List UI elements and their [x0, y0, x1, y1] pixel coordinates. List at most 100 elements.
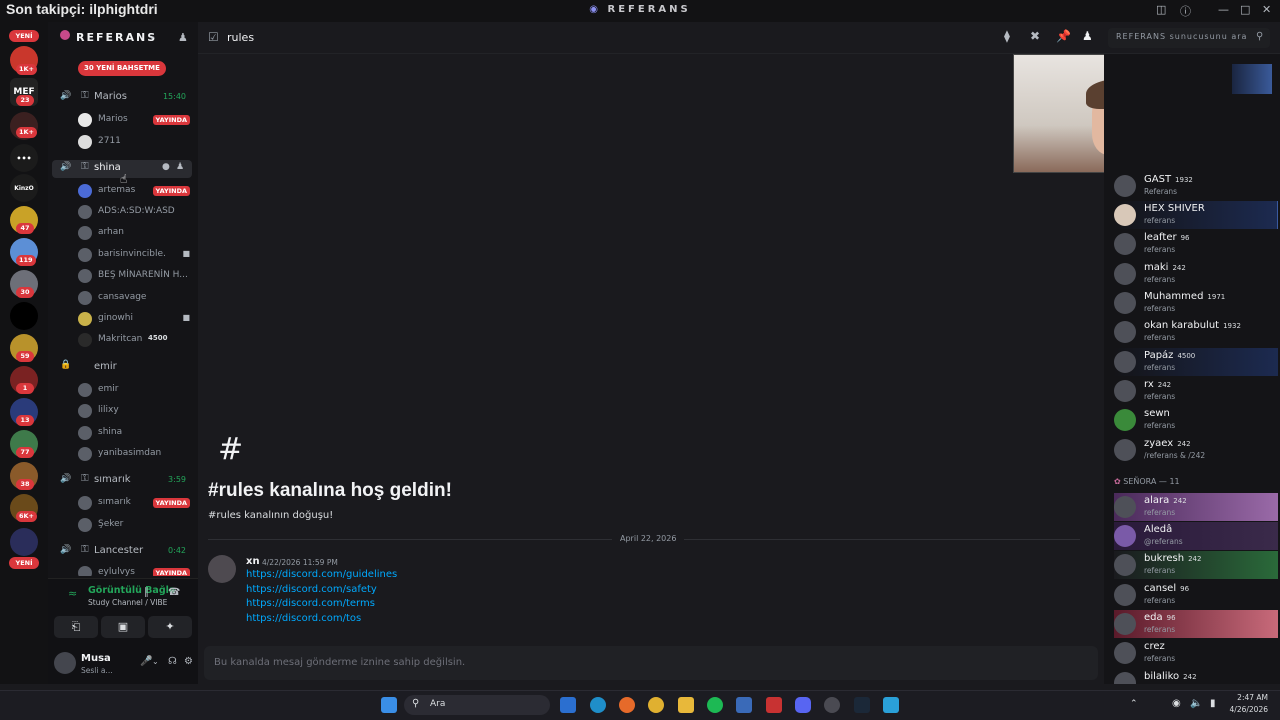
notification-bell-icon[interactable]: ✖ [1030, 29, 1040, 43]
threads-icon[interactable]: ⧫ [1004, 29, 1010, 43]
clock-time[interactable]: 2:47 AM [1232, 693, 1268, 702]
voice-member[interactable]: lilixy [78, 402, 196, 420]
voice-member[interactable]: Makritcan 4500 [78, 331, 196, 349]
disconnect-icon[interactable]: ☎ [168, 587, 180, 598]
member-row[interactable]: sewn referans [1114, 406, 1278, 434]
member-row[interactable]: rx 242 referans [1114, 377, 1278, 405]
file-explorer-icon[interactable] [678, 697, 694, 713]
user-avatar[interactable] [54, 652, 76, 674]
outlook-icon[interactable] [560, 697, 576, 713]
member-row[interactable]: okan karabulut 1932 referans [1114, 318, 1278, 346]
clock-date[interactable]: 4/26/2026 [1226, 705, 1268, 714]
maximize-button[interactable]: □ [1240, 3, 1250, 16]
voice-member[interactable]: emir [78, 381, 196, 399]
message-avatar[interactable] [208, 555, 236, 583]
member-row[interactable]: HEX SHIVER referans [1114, 201, 1278, 229]
firefox-icon[interactable] [619, 697, 635, 713]
app-icon[interactable] [883, 697, 899, 713]
headphones-icon[interactable]: ☊ [168, 656, 177, 667]
spotify-icon[interactable] [707, 697, 723, 713]
voice-member[interactable]: BEŞ MİNARENİN H... [78, 267, 196, 285]
user-name[interactable]: Musa [81, 653, 111, 664]
member-list-icon[interactable]: ♟ [1082, 29, 1093, 43]
invite-member-icon[interactable]: ♟ [176, 162, 184, 172]
microphone-icon[interactable]: 🎤 [140, 656, 152, 667]
voice-member[interactable]: barisinvincible. ■ [78, 246, 196, 264]
member-row[interactable]: Aledâ @referans [1114, 522, 1278, 550]
voice-member[interactable]: yanibasimdan [78, 445, 196, 463]
screen-share-button[interactable]: ▣ [101, 616, 145, 638]
noise-suppression-icon[interactable]: ∥ [144, 587, 149, 598]
member-row[interactable]: GAST 1932 Referans [1114, 172, 1278, 200]
search-input[interactable]: REFERANS sunucusunu ara ⚲ [1108, 28, 1270, 48]
member-row[interactable]: cansel 96 referans [1114, 581, 1278, 609]
settings-gear-icon[interactable]: ⚙ [184, 656, 193, 667]
member-row[interactable]: Papáz 4500 referans [1114, 348, 1278, 376]
avatar [1114, 554, 1136, 576]
server-name[interactable]: REFERANS [76, 31, 157, 44]
inbox-icon[interactable]: ◫ [1156, 3, 1166, 16]
wifi-icon[interactable]: ◉ [1172, 698, 1181, 709]
minimize-button[interactable]: — [1218, 3, 1229, 16]
camera-toggle-button[interactable]: ⎗ [54, 616, 98, 638]
member-status: referans [1144, 625, 1176, 634]
start-menu-icon[interactable] [381, 697, 397, 713]
member-name: bilaliko 242 [1144, 671, 1197, 682]
app-icon[interactable] [736, 697, 752, 713]
invite-icon[interactable]: ♟ [178, 31, 188, 44]
battery-icon[interactable]: ▮ [1210, 698, 1216, 709]
link-tos[interactable]: https://discord.com/tos [246, 613, 361, 624]
voice-member[interactable]: ginowhi ■ [78, 310, 196, 328]
edge-icon[interactable] [590, 697, 606, 713]
steam-icon[interactable] [854, 697, 870, 713]
voice-member[interactable]: cansavage [78, 289, 196, 307]
member-row[interactable]: alara 242 referans [1114, 493, 1278, 521]
discord-icon[interactable] [795, 697, 811, 713]
voice-channel-lancester[interactable]: 🔊 ⚿ Lancester 0:42 [48, 543, 198, 561]
voice-member[interactable]: artemas YAYINDA [78, 182, 196, 200]
chevron-down-icon[interactable]: ⌄ [148, 31, 156, 42]
chrome-icon[interactable] [648, 697, 664, 713]
mentions-pill[interactable]: 30 YENİ BAHSETME [78, 61, 166, 76]
chat-icon[interactable]: ● [162, 162, 170, 172]
help-icon[interactable]: ⓘ [1180, 3, 1191, 19]
member-row[interactable]: zyaex 242/referans & /242 [1114, 436, 1278, 464]
member-row[interactable]: bukresh 242 referans [1114, 551, 1278, 579]
voice-member[interactable]: eylulvys YAYINDA [78, 564, 196, 576]
member-row[interactable]: leafter 96 referans [1114, 230, 1278, 258]
voice-member[interactable]: shina [78, 424, 196, 442]
member-row[interactable]: maki 242 referans [1114, 260, 1278, 288]
server-icon[interactable] [10, 528, 38, 556]
chevron-down-icon[interactable]: ⌄ [152, 657, 159, 666]
voice-member[interactable]: ADS:A:SD:W:ASD [78, 203, 196, 221]
server-icon[interactable] [10, 302, 38, 330]
link-terms[interactable]: https://discord.com/terms [246, 598, 375, 609]
message-author[interactable]: xn [246, 556, 260, 567]
close-button[interactable]: ✕ [1262, 3, 1271, 16]
server-icon[interactable]: ••• [10, 144, 38, 172]
unread-badge: 59 [16, 351, 34, 362]
voice-channel-emir[interactable]: 🔒 emir [48, 359, 198, 377]
voice-member[interactable]: Marios YAYINDA [78, 111, 196, 129]
tray-chevron-icon[interactable]: ⌃ [1130, 699, 1138, 709]
member-row[interactable]: crez referans [1114, 639, 1278, 667]
volume-icon[interactable]: 🔈 [1190, 698, 1202, 709]
app-icon[interactable] [766, 697, 782, 713]
voice-member[interactable]: sımarık YAYINDA [78, 494, 196, 512]
pin-icon[interactable]: 📌 [1056, 29, 1071, 43]
member-row[interactable]: Muhammed 1971 referans [1114, 289, 1278, 317]
activities-button[interactable]: ✦ [148, 616, 192, 638]
link-safety[interactable]: https://discord.com/safety [246, 584, 377, 595]
taskbar-search[interactable]: ⚲ Ara [404, 695, 550, 715]
voice-member[interactable]: Şeker [78, 516, 196, 534]
member-row[interactable]: bilaliko 242 [1114, 669, 1278, 684]
voice-channel-path[interactable]: Study Channel / VIBE [88, 598, 167, 607]
link-guidelines[interactable]: https://discord.com/guidelines [246, 569, 397, 580]
member-row[interactable]: eda 96 referans [1114, 610, 1278, 638]
voice-member[interactable]: 2711 [78, 133, 196, 151]
server-icon-kinzo[interactable]: KinzO [10, 174, 38, 202]
voice-member[interactable]: arhan [78, 224, 196, 242]
voice-channel-simarik[interactable]: 🔊 ⚿ sımarık 3:59 [48, 472, 198, 490]
voice-channel-marios[interactable]: 🔊 ⚿ Marios 15:40 [48, 89, 198, 107]
app-icon[interactable] [824, 697, 840, 713]
